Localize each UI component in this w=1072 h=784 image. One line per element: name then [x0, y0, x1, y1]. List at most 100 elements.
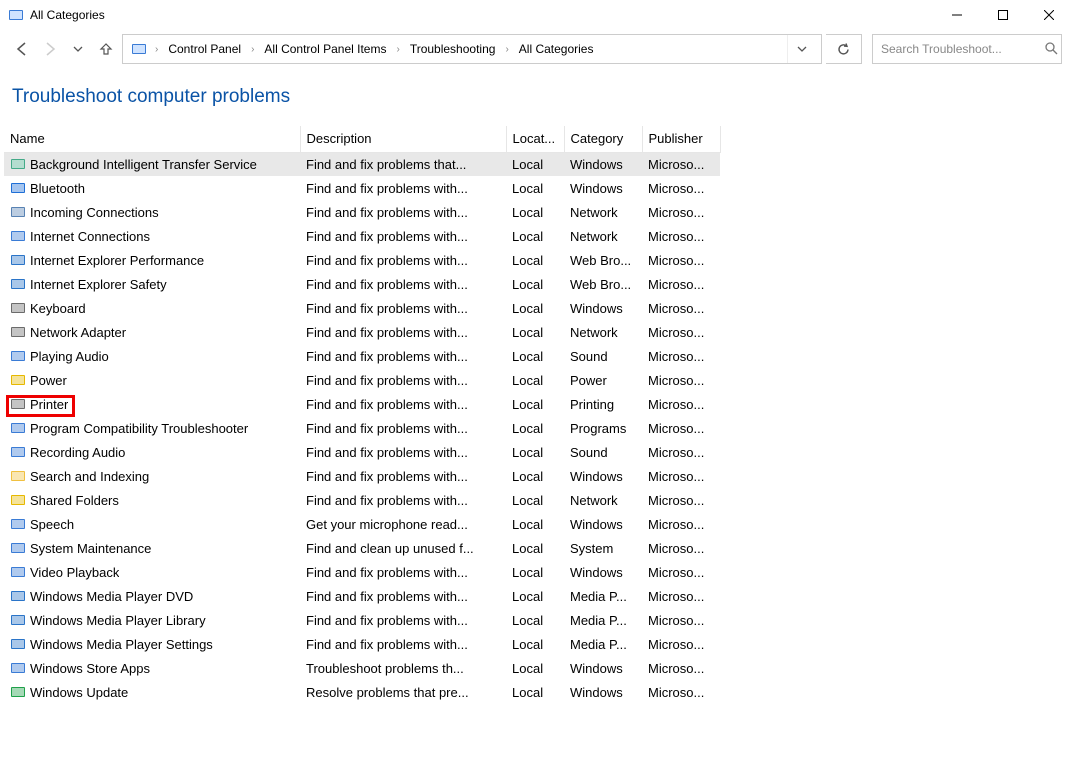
breadcrumb-all-items[interactable]: All Control Panel Items: [260, 42, 390, 56]
up-button[interactable]: [94, 37, 118, 61]
window-controls: [934, 0, 1072, 30]
row-location: Local: [506, 344, 564, 368]
row-publisher: Microso...: [642, 392, 720, 416]
table-row[interactable]: Windows Media Player SettingsFind and fi…: [4, 632, 720, 656]
table-row[interactable]: KeyboardFind and fix problems with...Loc…: [4, 296, 720, 320]
table-row[interactable]: BluetoothFind and fix problems with...Lo…: [4, 176, 720, 200]
col-location[interactable]: Locat...: [506, 126, 564, 152]
table-row[interactable]: Program Compatibility TroubleshooterFind…: [4, 416, 720, 440]
row-location: Local: [506, 608, 564, 632]
row-name-label: Internet Connections: [30, 229, 150, 244]
table-row[interactable]: PrinterFind and fix problems with...Loca…: [4, 392, 720, 416]
col-publisher[interactable]: Publisher: [642, 126, 720, 152]
row-description: Find and fix problems with...: [300, 320, 506, 344]
troubleshooter-table: Name Description Locat... Category Publi…: [4, 126, 721, 704]
row-description: Find and fix problems with...: [300, 368, 506, 392]
chevron-right-icon[interactable]: ›: [249, 44, 256, 55]
row-publisher: Microso...: [642, 680, 720, 704]
row-description: Find and fix problems with...: [300, 392, 506, 416]
breadcrumb-all-categories[interactable]: All Categories: [515, 42, 598, 56]
row-description: Troubleshoot problems th...: [300, 656, 506, 680]
col-category[interactable]: Category: [564, 126, 642, 152]
titlebar: All Categories: [0, 0, 1072, 30]
troubleshooter-icon: [10, 636, 26, 652]
table-row[interactable]: Windows Store AppsTroubleshoot problems …: [4, 656, 720, 680]
row-publisher: Microso...: [642, 296, 720, 320]
table-row[interactable]: Windows Media Player DVDFind and fix pro…: [4, 584, 720, 608]
troubleshooter-icon: [10, 276, 26, 292]
table-row[interactable]: Windows Media Player LibraryFind and fix…: [4, 608, 720, 632]
table-row[interactable]: Video PlaybackFind and fix problems with…: [4, 560, 720, 584]
troubleshooter-icon: [10, 348, 26, 364]
row-publisher: Microso...: [642, 632, 720, 656]
minimize-button[interactable]: [934, 0, 980, 30]
col-name[interactable]: Name: [4, 126, 300, 152]
row-name-label: Incoming Connections: [30, 205, 159, 220]
troubleshooter-icon: [10, 300, 26, 316]
row-publisher: Microso...: [642, 248, 720, 272]
table-row[interactable]: Internet Explorer PerformanceFind and fi…: [4, 248, 720, 272]
row-description: Find and clean up unused f...: [300, 536, 506, 560]
row-location: Local: [506, 416, 564, 440]
table-row[interactable]: SpeechGet your microphone read...LocalWi…: [4, 512, 720, 536]
breadcrumb-troubleshooting[interactable]: Troubleshooting: [406, 42, 500, 56]
row-name-label: Program Compatibility Troubleshooter: [30, 421, 248, 436]
list-container: Name Description Locat... Category Publi…: [0, 126, 1072, 704]
row-publisher: Microso...: [642, 320, 720, 344]
troubleshooter-icon: [10, 540, 26, 556]
row-name-label: Shared Folders: [30, 493, 119, 508]
table-row[interactable]: Incoming ConnectionsFind and fix problem…: [4, 200, 720, 224]
row-publisher: Microso...: [642, 464, 720, 488]
table-row[interactable]: Windows UpdateResolve problems that pre.…: [4, 680, 720, 704]
window: All Categories › Control Panel › All Con…: [0, 0, 1072, 784]
table-row[interactable]: Internet Connections Find and fix problem…: [4, 224, 720, 248]
table-row[interactable]: Background Intelligent Transfer ServiceF…: [4, 152, 720, 176]
table-row[interactable]: Network Adapter Find and fix problems wit…: [4, 320, 720, 344]
breadcrumb-control-panel[interactable]: Control Panel: [164, 42, 245, 56]
search-input[interactable]: [879, 41, 1038, 57]
chevron-right-icon[interactable]: ›: [153, 44, 160, 55]
search-box[interactable]: [872, 34, 1062, 64]
row-category: Programs: [564, 416, 642, 440]
row-publisher: Microso...: [642, 272, 720, 296]
table-row[interactable]: Shared FoldersFind and fix problems with…: [4, 488, 720, 512]
row-name-label: Power: [30, 373, 67, 388]
row-publisher: Microso...: [642, 512, 720, 536]
row-category: Media P...: [564, 584, 642, 608]
maximize-button[interactable]: [980, 0, 1026, 30]
troubleshooter-icon: [10, 444, 26, 460]
address-bar[interactable]: › Control Panel › All Control Panel Item…: [122, 34, 822, 64]
close-button[interactable]: [1026, 0, 1072, 30]
troubleshooter-icon: [10, 204, 26, 220]
row-description: Find and fix problems with...: [300, 296, 506, 320]
address-dropdown-button[interactable]: [787, 35, 815, 63]
row-description: Find and fix problems with...: [300, 224, 506, 248]
row-category: Windows: [564, 680, 642, 704]
row-location: Local: [506, 296, 564, 320]
refresh-button[interactable]: [826, 34, 862, 64]
row-name-label: Network Adapter: [30, 325, 126, 340]
troubleshooter-icon: [10, 588, 26, 604]
forward-button[interactable]: [38, 37, 62, 61]
row-name-label: Internet Explorer Performance: [30, 253, 204, 268]
row-location: Local: [506, 512, 564, 536]
row-location: Local: [506, 368, 564, 392]
row-category: Windows: [564, 656, 642, 680]
table-row[interactable]: PowerFind and fix problems with...LocalP…: [4, 368, 720, 392]
row-location: Local: [506, 272, 564, 296]
table-row[interactable]: Internet Explorer SafetyFind and fix pro…: [4, 272, 720, 296]
row-location: Local: [506, 200, 564, 224]
row-category: Network: [564, 224, 642, 248]
col-description[interactable]: Description: [300, 126, 506, 152]
table-row[interactable]: System MaintenanceFind and clean up unus…: [4, 536, 720, 560]
row-category: System: [564, 536, 642, 560]
row-description: Find and fix problems with...: [300, 176, 506, 200]
table-row[interactable]: Search and IndexingFind and fix problems…: [4, 464, 720, 488]
recent-dropdown-button[interactable]: [66, 37, 90, 61]
back-button[interactable]: [10, 37, 34, 61]
row-description: Get your microphone read...: [300, 512, 506, 536]
table-row[interactable]: Playing AudioFind and fix problems with.…: [4, 344, 720, 368]
table-row[interactable]: Recording AudioFind and fix problems wit…: [4, 440, 720, 464]
chevron-right-icon[interactable]: ›: [394, 44, 401, 55]
chevron-right-icon[interactable]: ›: [503, 44, 510, 55]
